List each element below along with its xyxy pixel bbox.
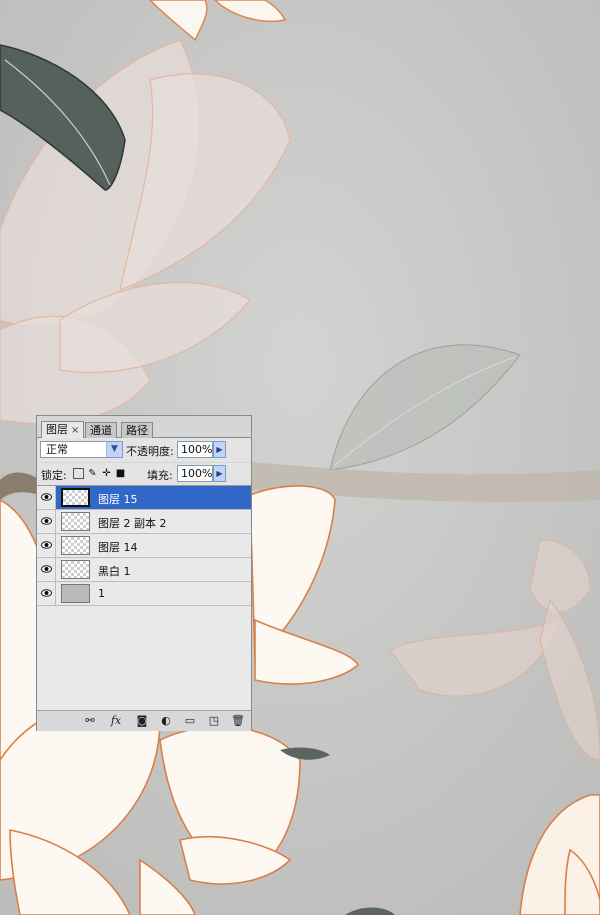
tab-paths[interactable]: 路径	[121, 422, 153, 438]
layer-row[interactable]: 图层 15	[37, 486, 251, 510]
tab-layers-label: 图层	[46, 423, 68, 436]
mask-icon[interactable]: ◙	[135, 714, 149, 727]
lock-label: 锁定:	[41, 469, 67, 482]
layer-row[interactable]: 图层 2 副本 2	[37, 510, 251, 534]
layer-thumbnail[interactable]	[61, 536, 90, 555]
blend-opacity-row: 正常 ▼ 不透明度: 100% ▶	[37, 438, 251, 462]
blend-mode-select[interactable]: 正常 ▼	[40, 441, 123, 458]
fill-input[interactable]: 100%	[177, 465, 213, 482]
layer-thumbnail[interactable]	[61, 584, 90, 603]
chevron-down-icon[interactable]: ▼	[106, 442, 122, 457]
layer-row[interactable]: 图层 14	[37, 534, 251, 558]
visibility-eye-icon[interactable]	[37, 582, 56, 605]
opacity-value: 100%	[181, 443, 213, 456]
layers-list: 图层 15 图层 2 副本 2 图层 14 黑白 1 1	[37, 486, 251, 710]
tab-channels-label: 通道	[90, 424, 112, 437]
fill-label: 填充:	[147, 469, 173, 482]
layer-name[interactable]: 黑白 1	[98, 563, 131, 579]
layer-name[interactable]: 图层 2 副本 2	[98, 515, 167, 531]
opacity-slider-arrow-icon[interactable]: ▶	[213, 441, 226, 458]
new-layer-icon[interactable]: ◳	[207, 714, 221, 727]
opacity-label: 不透明度:	[126, 445, 174, 458]
visibility-eye-icon[interactable]	[37, 486, 56, 509]
folder-icon[interactable]: ▭	[183, 714, 197, 727]
layer-name[interactable]: 1	[98, 587, 105, 600]
lock-fill-row: 锁定: ✎ ✛ ■ 填充: 100% ▶	[37, 463, 251, 486]
lock-transparency-icon[interactable]	[73, 468, 84, 479]
panel-tabs: 图层 × 通道 路径	[37, 420, 251, 438]
lock-position-icon[interactable]: ✛	[101, 468, 112, 479]
visibility-eye-icon[interactable]	[37, 534, 56, 557]
layer-thumbnail[interactable]	[61, 488, 90, 507]
link-icon[interactable]: ⚯	[83, 714, 97, 727]
panel-footer: ⚯ fx ◙ ◐ ▭ ◳ 🗑	[37, 710, 251, 731]
blend-mode-value: 正常	[46, 443, 68, 456]
trash-icon[interactable]: 🗑	[231, 714, 245, 727]
layer-row[interactable]: 黑白 1	[37, 558, 251, 582]
fill-slider-arrow-icon[interactable]: ▶	[213, 465, 226, 482]
lock-all-icon[interactable]: ■	[115, 468, 126, 479]
layers-panel: 图层 × 通道 路径 正常 ▼ 不透明度: 100% ▶ 锁定: ✎ ✛ ■ 填充…	[36, 415, 252, 731]
tab-layers[interactable]: 图层 ×	[41, 421, 85, 438]
fx-icon[interactable]: fx	[109, 714, 123, 727]
lock-pixels-icon[interactable]: ✎	[87, 468, 98, 479]
adjustment-icon[interactable]: ◐	[159, 714, 173, 727]
close-icon[interactable]: ×	[71, 425, 79, 436]
visibility-eye-icon[interactable]	[37, 558, 56, 581]
layer-name[interactable]: 图层 14	[98, 539, 138, 555]
opacity-input[interactable]: 100%	[177, 441, 213, 458]
fill-value: 100%	[181, 467, 213, 480]
visibility-eye-icon[interactable]	[37, 510, 56, 533]
layer-row[interactable]: 1	[37, 582, 251, 606]
tab-channels[interactable]: 通道	[85, 422, 117, 438]
layer-name[interactable]: 图层 15	[98, 491, 138, 507]
layer-thumbnail[interactable]	[61, 560, 90, 579]
tab-paths-label: 路径	[126, 424, 148, 437]
layer-thumbnail[interactable]	[61, 512, 90, 531]
